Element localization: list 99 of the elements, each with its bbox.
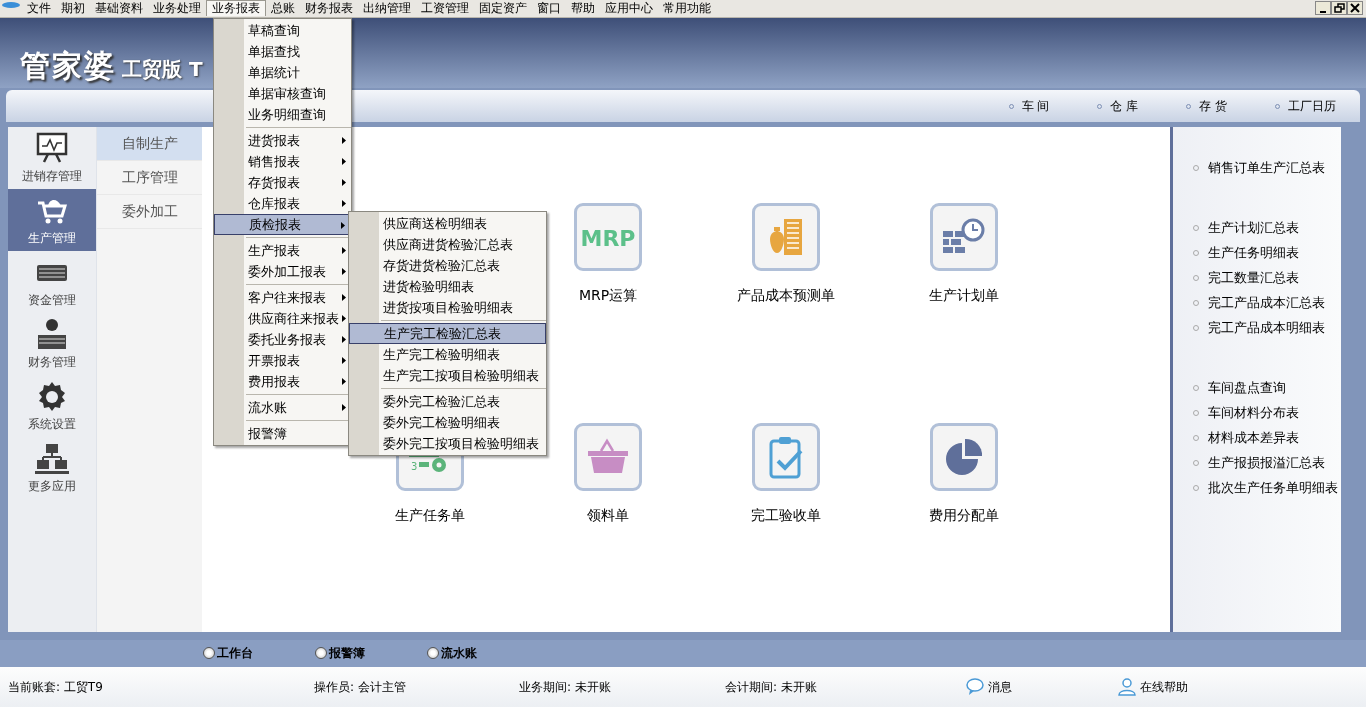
menu-entry[interactable]: 仓库报表 — [214, 193, 351, 214]
status-text: 当前账套: 工贸T9 — [8, 679, 104, 696]
restore-icon — [1333, 3, 1345, 13]
menu-entry[interactable]: 单据审核查询 — [214, 83, 351, 104]
menu-item[interactable]: 业务报表 — [206, 0, 266, 16]
menu-entry[interactable]: 供应商往来报表 — [214, 308, 351, 329]
menu-entry[interactable]: 费用报表 — [214, 371, 351, 392]
menu-item[interactable]: 常用功能 — [658, 0, 716, 17]
menu-entry[interactable]: 进货报表 — [214, 130, 351, 151]
menu-entry[interactable]: 进货检验明细表 — [349, 276, 546, 297]
minimize-button[interactable] — [1315, 1, 1331, 15]
menu-entry[interactable]: 草稿查询 — [214, 20, 351, 41]
tile-button[interactable] — [930, 423, 998, 491]
menu-entry[interactable]: 生产完工检验汇总表 — [349, 323, 546, 344]
menu-entry[interactable]: 委托业务报表 — [214, 329, 351, 350]
report-link[interactable]: 完工产品成本汇总表 — [1193, 290, 1341, 315]
report-link[interactable]: 销售订单生产汇总表 — [1193, 155, 1341, 180]
report-link[interactable]: 车间材料分布表 — [1193, 400, 1341, 425]
menu-item[interactable]: 总账 — [266, 0, 300, 17]
menu-entry[interactable]: 质检报表 — [214, 214, 351, 235]
tile-label[interactable]: 领料单 — [587, 505, 629, 526]
menu-entry[interactable]: 开票报表 — [214, 350, 351, 371]
menu-item[interactable]: 期初 — [56, 0, 90, 17]
menu-item[interactable]: 财务报表 — [300, 0, 358, 17]
status-text: 操作员: 会计主管 — [314, 679, 407, 696]
quick-link[interactable]: 存 货 — [1186, 97, 1227, 115]
speech-bubble-icon — [965, 677, 985, 697]
mrp-icon: MRP — [577, 217, 639, 257]
module-item[interactable]: 系统设置 — [8, 375, 96, 437]
module-item[interactable]: 财务管理 — [8, 313, 96, 375]
quick-link[interactable]: 仓 库 — [1097, 97, 1139, 115]
tile-button[interactable] — [752, 423, 820, 491]
app-icon — [0, 0, 22, 10]
menu-entry[interactable]: 流水账 — [214, 397, 351, 418]
menu-item[interactable]: 业务处理 — [148, 0, 206, 17]
menu-entry[interactable]: 存货报表 — [214, 172, 351, 193]
menu-entry[interactable]: 存货进货检验汇总表 — [349, 255, 546, 276]
report-link[interactable]: 生产任务明细表 — [1193, 240, 1341, 265]
menu-entry[interactable]: 销售报表 — [214, 151, 351, 172]
menu-entry[interactable]: 供应商送检明细表 — [349, 213, 546, 234]
menu-entry[interactable]: 进货按项目检验明细表 — [349, 297, 546, 318]
menu-entry[interactable]: 生产报表 — [214, 240, 351, 261]
edition-text: 工贸版 T — [122, 56, 203, 83]
menu-entry[interactable]: 生产完工按项目检验明细表 — [349, 365, 546, 386]
tile-button[interactable] — [752, 203, 820, 271]
report-link[interactable]: 材料成本差异表 — [1193, 425, 1341, 450]
menu-item[interactable]: 基础资料 — [90, 0, 148, 17]
quick-link[interactable]: 工厂日历 — [1275, 97, 1336, 115]
radio-tab[interactable]: 流水账 — [427, 640, 477, 667]
menu-entry[interactable]: 客户往来报表 — [214, 287, 351, 308]
report-link[interactable]: 生产报损报溢汇总表 — [1193, 450, 1341, 475]
tile-label[interactable]: 费用分配单 — [929, 505, 999, 526]
menu-entry[interactable]: 单据查找 — [214, 41, 351, 62]
report-link[interactable]: 批次生产任务单明细表 — [1193, 475, 1341, 500]
module-item[interactable]: 生产管理 — [8, 189, 96, 251]
status-link[interactable]: 消息 — [965, 677, 1115, 697]
tile-label[interactable]: 生产计划单 — [929, 285, 999, 306]
subnav-item[interactable]: 自制生产 — [97, 127, 202, 161]
tile-button[interactable] — [930, 203, 998, 271]
menu-item[interactable]: 文件 — [22, 0, 56, 17]
restore-button[interactable] — [1331, 1, 1347, 15]
logo-text: 管家婆 — [20, 47, 116, 85]
tile-button[interactable] — [574, 423, 642, 491]
status-text: 会计期间: 未开账 — [725, 679, 818, 696]
module-item[interactable]: 资金管理 — [8, 251, 96, 313]
menu-item[interactable]: 应用中心 — [600, 0, 658, 17]
radio-tab[interactable]: 报警簿 — [315, 640, 365, 667]
tile-label[interactable]: 生产任务单 — [395, 505, 465, 526]
status-link[interactable]: 在线帮助 — [1117, 677, 1188, 697]
chart-monitor-icon — [35, 131, 69, 164]
module-item[interactable]: 更多应用 — [8, 437, 96, 499]
menu-entry[interactable]: 生产完工检验明细表 — [349, 344, 546, 365]
report-link[interactable]: 车间盘点查询 — [1193, 375, 1341, 400]
report-link[interactable]: 生产计划汇总表 — [1193, 215, 1341, 240]
tile-label[interactable]: 产品成本预测单 — [737, 285, 835, 306]
tile-label[interactable]: 完工验收单 — [751, 505, 821, 526]
module-item[interactable]: 进销存管理 — [8, 127, 96, 189]
report-link[interactable]: 完工数量汇总表 — [1193, 265, 1341, 290]
radio-tab[interactable]: 工作台 — [203, 640, 253, 667]
menu-entry[interactable]: 供应商进货检验汇总表 — [349, 234, 546, 255]
menu-entry[interactable]: 报警簿 — [214, 423, 351, 444]
user-icon — [1117, 677, 1137, 697]
menu-item[interactable]: 工资管理 — [416, 0, 474, 17]
close-button[interactable] — [1347, 1, 1363, 15]
quick-link[interactable]: 车 间 — [1008, 97, 1050, 115]
report-link[interactable]: 完工产品成本明细表 — [1193, 315, 1341, 340]
status-text: 业务期间: 未开账 — [519, 679, 612, 696]
menu-item[interactable]: 帮助 — [566, 0, 600, 17]
menu-entry[interactable]: 业务明细查询 — [214, 104, 351, 125]
tile-label[interactable]: MRP运算 — [578, 285, 638, 306]
menu-item[interactable]: 出纳管理 — [358, 0, 416, 17]
minimize-icon — [1320, 10, 1326, 13]
menu-item[interactable]: 固定资产 — [474, 0, 532, 17]
close-icon — [1350, 3, 1360, 13]
menu-entry[interactable]: 单据统计 — [214, 62, 351, 83]
menu-entry[interactable]: 委外加工报表 — [214, 261, 351, 282]
network-icon — [35, 441, 69, 474]
menu-item[interactable]: 窗口 — [532, 0, 566, 17]
menu-entry[interactable]: 委外完工检验汇总表 — [349, 391, 546, 412]
